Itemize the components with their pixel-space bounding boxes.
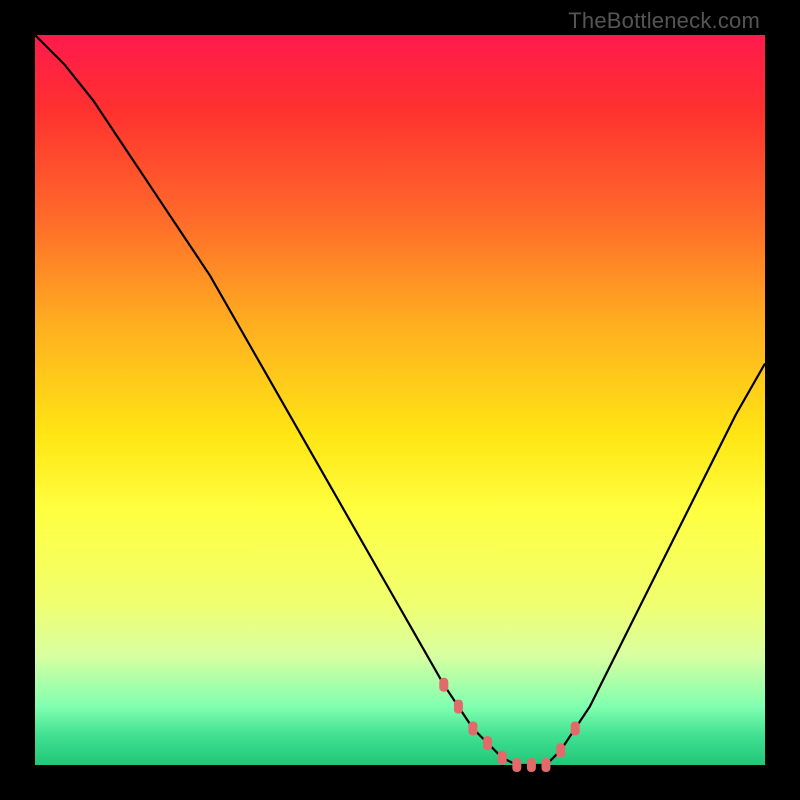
bottom-marker [527, 758, 536, 772]
bottom-marker [454, 700, 463, 714]
bottom-marker [469, 722, 478, 736]
bottom-marker [483, 736, 492, 750]
bottom-marker [571, 722, 580, 736]
bottleneck-curve [35, 35, 765, 765]
bottom-marker [512, 758, 521, 772]
chart-container: TheBottleneck.com [0, 0, 800, 800]
bottom-marker [439, 678, 448, 692]
chart-svg [35, 35, 765, 765]
watermark-text: TheBottleneck.com [568, 8, 760, 34]
bottom-marker-group [439, 678, 579, 772]
bottom-marker [498, 751, 507, 765]
bottom-marker [556, 743, 565, 757]
bottom-marker [542, 758, 551, 772]
